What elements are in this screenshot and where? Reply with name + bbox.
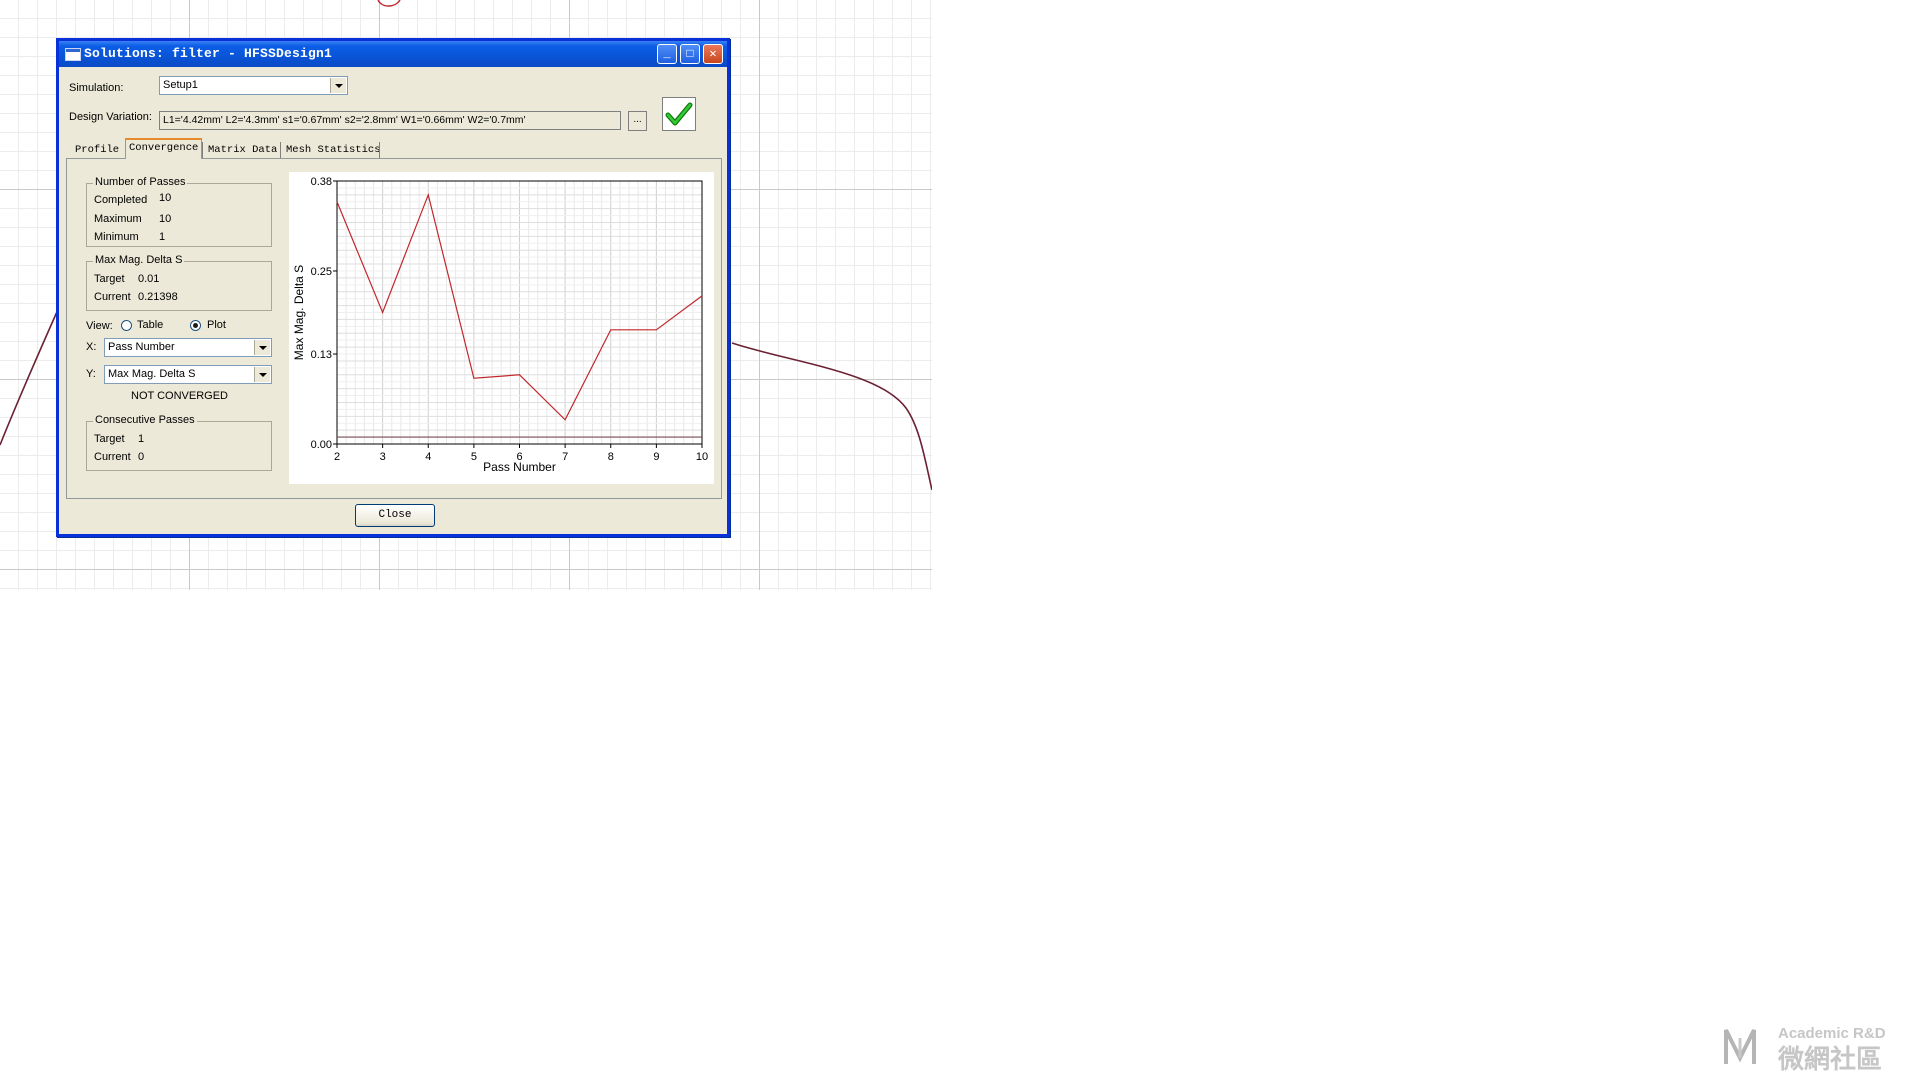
view-plot-radio[interactable] [190,320,201,331]
view-table-radio[interactable] [121,320,132,331]
completed-label: Completed [94,194,148,206]
x-axis-select[interactable]: Pass Number [104,338,272,357]
simulation-select[interactable]: Setup1 [159,76,348,95]
x-tick-label: 10 [696,451,708,463]
check-icon [662,97,696,131]
consecutive-group-title: Consecutive Passes [93,414,197,426]
watermark-text-cn: 微網社區 [1777,1044,1882,1075]
window-title: Solutions: filter - HFSSDesign1 [84,46,333,61]
tab-convergence[interactable]: Convergence [125,138,203,159]
convergence-chart: 2 3 4 5 6 7 8 9 100.000.130.250.38Pass NumberMax… [292,176,708,474]
design-variation-field[interactable]: L1='4.42mm' L2='4.3mm' s1='0.67mm' s2='2… [159,111,621,130]
chevron-down-icon [254,367,270,382]
convergence-plot: 2 3 4 5 6 7 8 9 10 0.00 0.13 0.25 0.38 Pass Number Max… [289,172,714,484]
delta-group-title: Max Mag. Delta S [93,254,185,266]
maximum-label: Maximum [94,213,142,225]
x-axis-title: Pass Number [483,460,556,474]
watermark-logo: Academic R&D 微網社區 [1724,1025,1886,1075]
chevron-down-icon [254,340,270,355]
maximum-value: 10 [159,213,172,225]
delta-current-label: Current [94,291,131,303]
x-axis-value: Pass Number [108,341,175,353]
maximize-button[interactable]: □ [680,44,700,64]
delta-current-value: 0.21398 [138,291,178,303]
y-tick-label: 0.38 [311,176,332,188]
consecutive-current-value: 0 [138,451,145,463]
tab-matrix-data[interactable]: Matrix Data [205,141,280,159]
close-window-button[interactable]: ✕ [703,44,723,64]
view-plot-label: Plot [207,319,226,331]
consecutive-group: Consecutive Passes [86,414,272,471]
title-bar[interactable]: Solutions: filter - HFSSDesign1 _ □ ✕ [59,41,727,67]
chevron-down-icon [330,78,346,93]
x-tick-label: 5 [471,451,477,463]
y-tick-label: 0.13 [311,349,332,361]
y-axis-select[interactable]: Max Mag. Delta S [104,365,272,384]
consecutive-target-label: Target [94,433,125,445]
window-icon [65,48,81,61]
consecutive-target-value: 1 [138,433,145,445]
x-tick-label: 8 [608,451,614,463]
x-tick-label: 4 [425,451,431,463]
x-tick-label: 9 [653,451,659,463]
completed-value: 10 [159,192,172,204]
tab-profile[interactable]: Profile [72,141,122,159]
passes-group-title: Number of Passes [93,176,188,188]
delta-target-value: 0.01 [138,273,160,285]
x-axis-label: X: [86,341,97,353]
simulation-value: Setup1 [163,79,198,91]
minimize-button[interactable]: _ [657,44,677,64]
x-tick-label: 2 [334,451,340,463]
solutions-dialog: Solutions: filter - HFSSDesign1 _ □ ✕ Si… [56,38,730,537]
close-button[interactable]: Close [355,504,435,527]
convergence-status: NOT CONVERGED [131,390,228,402]
simulation-label: Simulation: [69,82,124,94]
delta-group: Max Mag. Delta S [86,254,272,311]
y-tick-label: 0.00 [311,439,332,451]
tab-mesh-statistics[interactable]: Mesh Statistics [283,141,384,159]
y-axis-title: Max Mag. Delta S [292,265,306,360]
minimum-value: 1 [159,231,166,243]
y-axis-label: Y: [86,368,96,380]
x-tick-label: 7 [562,451,568,463]
tab-separator [379,142,380,158]
view-label: View: [86,320,113,332]
tab-separator [280,142,281,158]
x-tick-label: 3 [380,451,386,463]
view-table-label: Table [137,319,164,331]
y-tick-label: 0.25 [311,266,332,278]
design-variation-label: Design Variation: [69,111,152,123]
y-axis-value: Max Mag. Delta S [108,368,196,380]
consecutive-current-label: Current [94,451,131,463]
minimum-label: Minimum [94,231,139,243]
delta-target-label: Target [94,273,125,285]
browse-variation-button[interactable]: ... [628,111,647,131]
watermark-text-en: Academic R&D [1778,1025,1886,1042]
